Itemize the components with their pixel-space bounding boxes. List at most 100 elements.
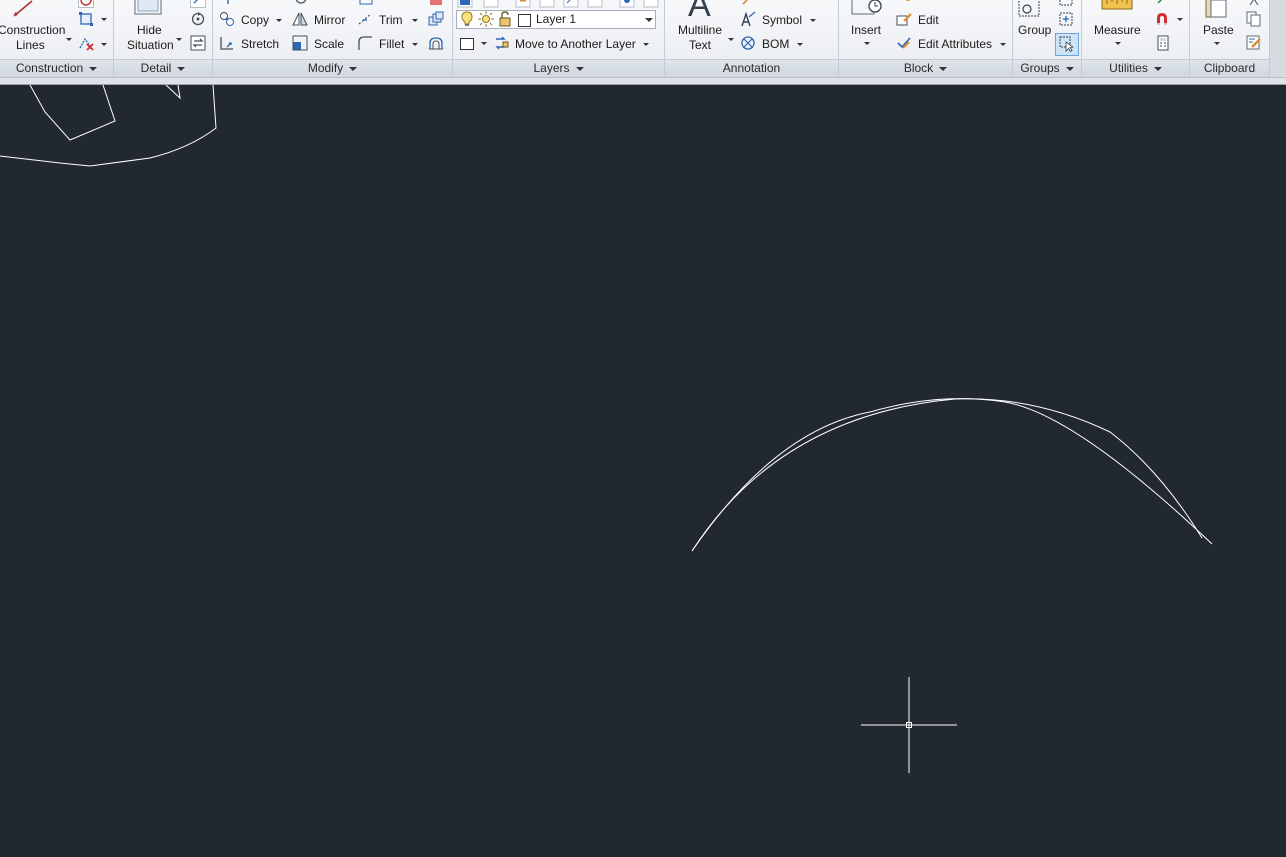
drawing-canvas[interactable]: [0, 84, 1286, 857]
bom-button[interactable]: BOM: [740, 34, 806, 52]
chevron-down-icon: [645, 18, 653, 22]
lock-icon: [499, 11, 511, 27]
chevron-down-icon: [797, 43, 803, 46]
stretch-icon: [220, 37, 233, 50]
circle-tool-icon[interactable]: [78, 0, 94, 8]
bom-label: BOM: [762, 37, 790, 51]
chevron-down-icon[interactable]: [101, 18, 107, 21]
copy-button[interactable]: Copy: [219, 10, 285, 28]
snap-button[interactable]: [1154, 10, 1188, 28]
panel-title-modify[interactable]: Modify: [213, 59, 452, 77]
scale-button[interactable]: Scale: [292, 34, 348, 52]
construction-lines-button[interactable]: Construction Lines: [0, 0, 72, 56]
scale-label: Scale: [314, 37, 345, 51]
panel-title-modify-label: Modify: [307, 61, 344, 75]
ribbon-scroll-strip[interactable]: [1269, 0, 1286, 77]
stretch-label: Stretch: [241, 37, 280, 51]
move-layer-icon: [495, 36, 509, 50]
panel-title-construction[interactable]: Construction: [0, 59, 113, 77]
chevron-down-icon: [349, 66, 358, 71]
cut-icon[interactable]: [1246, 0, 1262, 7]
move-to-another-layer-label: Move to Another Layer: [515, 37, 636, 51]
paste-button[interactable]: Paste: [1194, 0, 1238, 56]
offset-tool-icon[interactable]: [428, 35, 444, 51]
copy-label: Copy: [241, 13, 270, 27]
utility-icon[interactable]: [1155, 0, 1171, 7]
symbol-button[interactable]: Symbol: [740, 10, 820, 28]
multiline-text-button[interactable]: A Multiline Text: [673, 0, 735, 56]
layer-tool-icon[interactable]: [483, 0, 499, 8]
measure-button[interactable]: Measure: [1088, 0, 1148, 56]
mirror-button[interactable]: Mirror: [292, 10, 352, 28]
trim-button[interactable]: Trim: [357, 10, 419, 28]
hide-situation-label-2: Situation: [127, 38, 174, 52]
arc-geometry[interactable]: [691, 398, 1213, 552]
layer-tool-icon[interactable]: [643, 0, 659, 8]
edit-block-icon: [896, 13, 912, 26]
panel-title-block[interactable]: Block: [839, 59, 1012, 77]
rotate-icon[interactable]: [293, 0, 309, 6]
panel-title-clipboard-label: Clipboard: [1203, 61, 1256, 75]
chevron-down-icon: [1115, 42, 1121, 45]
layer-properties-button[interactable]: [456, 34, 490, 52]
rectangle-tool-icon[interactable]: [78, 11, 94, 27]
layer-tool-icon[interactable]: [619, 0, 635, 8]
chevron-down-icon: [643, 43, 649, 46]
chevron-down-icon: [939, 66, 948, 71]
calculator-icon[interactable]: [1155, 35, 1171, 51]
chevron-down-icon: [864, 42, 870, 45]
mirror-label: Mirror: [314, 13, 346, 27]
detail-rotate-icon[interactable]: [190, 11, 206, 27]
chevron-down-icon: [575, 66, 584, 71]
panel-title-clipboard[interactable]: Clipboard: [1190, 59, 1269, 77]
hide-situation-label-1: Hide: [137, 23, 162, 37]
edit-attributes-button[interactable]: Edit Attributes: [896, 34, 1010, 52]
offset-icon[interactable]: [358, 0, 374, 6]
group-selection-toggle[interactable]: [1055, 33, 1079, 56]
layer-tool-icon[interactable]: [515, 0, 531, 8]
panel-title-detail[interactable]: Detail: [114, 59, 212, 77]
panel-title-annotation[interactable]: Annotation: [665, 59, 838, 77]
group-edit-icon[interactable]: [1058, 11, 1074, 27]
paste-label: Paste: [1203, 23, 1234, 37]
copy-clip-icon[interactable]: [1246, 11, 1262, 27]
construction-lines-label-1: Construction: [0, 23, 66, 37]
chevron-down-icon: [1214, 42, 1220, 45]
layer-tool-icon[interactable]: [457, 0, 473, 8]
ribbon: Construction Lines Construction Hide Sit…: [0, 0, 1286, 78]
move-to-another-layer-button[interactable]: Move to Another Layer: [493, 34, 653, 52]
insert-block-button[interactable]: Insert: [845, 0, 889, 56]
layer-tool-row: [455, 0, 661, 8]
leader-icon[interactable]: [741, 0, 757, 6]
panel-title-layers[interactable]: Layers: [453, 59, 664, 77]
edit-attributes-icon: [897, 37, 911, 49]
array-icon[interactable]: [428, 11, 444, 27]
layer-tool-icon[interactable]: [587, 0, 603, 8]
erase-icon[interactable]: [428, 0, 444, 7]
group-tool-icon[interactable]: [1058, 0, 1074, 7]
group-button[interactable]: Group: [1014, 0, 1054, 56]
panel-title-utilities-label: Utilities: [1109, 61, 1148, 75]
chevron-down-icon: [412, 19, 418, 22]
edit-block-button[interactable]: Edit: [896, 10, 956, 28]
chevron-down-icon[interactable]: [101, 43, 107, 46]
detail-edit-icon[interactable]: [190, 0, 206, 8]
hide-situation-button[interactable]: Hide Situation: [118, 0, 184, 56]
move-icon[interactable]: [220, 0, 236, 6]
measure-label: Measure: [1094, 23, 1141, 37]
panel-title-detail-label: Detail: [140, 61, 172, 75]
create-block-icon[interactable]: [898, 0, 914, 6]
panel-title-utilities[interactable]: Utilities: [1082, 59, 1189, 77]
panel-title-construction-label: Construction: [15, 61, 84, 75]
panel-title-groups[interactable]: Groups: [1013, 59, 1081, 77]
stretch-button[interactable]: Stretch: [219, 34, 287, 52]
layer-tool-icon[interactable]: [539, 0, 555, 8]
match-properties-icon[interactable]: [1246, 35, 1262, 51]
layer-select[interactable]: Layer 1: [456, 10, 656, 29]
fillet-button[interactable]: Fillet: [357, 34, 419, 52]
layer-tool-icon[interactable]: [563, 0, 579, 8]
partial-part-outline[interactable]: [0, 84, 217, 167]
hide-situation-icon: [134, 0, 162, 15]
delete-construction-icon[interactable]: [78, 35, 94, 51]
detail-swap-icon[interactable]: [190, 35, 206, 51]
